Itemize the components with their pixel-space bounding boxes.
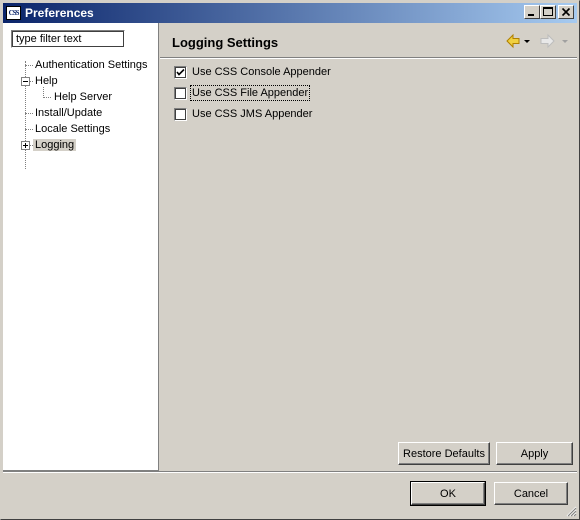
jms-appender-label: Use CSS JMS Appender <box>192 108 313 120</box>
checkmark-icon <box>176 68 185 76</box>
sidebar-item-logging[interactable]: Logging <box>33 138 77 153</box>
console-appender-label: Use CSS Console Appender <box>192 66 331 78</box>
tree-line <box>25 113 33 114</box>
sidebar-item-label: Authentication Settings <box>35 59 148 71</box>
back-button[interactable] <box>504 31 530 53</box>
cancel-button[interactable]: Cancel <box>494 482 568 505</box>
forward-button[interactable] <box>538 31 568 53</box>
preferences-window: CSS Preferences type filter text Authent… <box>0 0 580 520</box>
restore-defaults-button[interactable]: Restore Defaults <box>398 442 490 465</box>
sidebar-item-label: Locale Settings <box>35 123 111 135</box>
footer-separator <box>3 471 577 473</box>
collapse-icon[interactable] <box>21 77 30 86</box>
maximize-icon <box>543 7 553 16</box>
tree-line <box>25 129 33 130</box>
expand-icon[interactable] <box>21 141 30 150</box>
sidebar-item-label: Help <box>35 75 58 87</box>
ok-button[interactable]: OK <box>410 481 486 506</box>
preference-tree-pane: Authentication Settings Help Help Server… <box>3 23 159 471</box>
jms-appender-checkbox[interactable] <box>174 108 187 121</box>
console-appender-checkbox[interactable] <box>174 66 187 79</box>
app-icon: CSS <box>6 6 21 20</box>
back-arrow-icon <box>506 33 530 49</box>
sidebar-item-label: Help Server <box>54 91 113 103</box>
sidebar-item-help-server[interactable]: Help Server <box>52 90 114 105</box>
sidebar-item-label: Logging <box>33 139 77 151</box>
forward-arrow-icon <box>540 33 568 49</box>
settings-page: Logging Settings Use CSS Console Appende… <box>160 23 577 471</box>
page-title: Logging Settings <box>172 35 279 50</box>
filter-input[interactable] <box>11 30 125 48</box>
window-title: Preferences <box>25 6 94 20</box>
minimize-button[interactable] <box>524 5 540 19</box>
dialog-body: Authentication Settings Help Help Server… <box>3 23 577 471</box>
maximize-button[interactable] <box>540 5 556 19</box>
title-separator <box>160 57 577 59</box>
title-bar[interactable]: CSS Preferences <box>3 3 577 23</box>
sidebar-item-label: Install/Update <box>35 107 103 119</box>
apply-button[interactable]: Apply <box>496 442 573 465</box>
file-appender-checkbox[interactable] <box>174 87 187 100</box>
close-icon <box>561 7 571 17</box>
sidebar-item-authentication-settings[interactable]: Authentication Settings <box>33 58 150 73</box>
tree-line <box>43 97 51 98</box>
close-button[interactable] <box>558 5 574 19</box>
sidebar-item-install-update[interactable]: Install/Update <box>33 106 104 121</box>
sidebar-item-help[interactable]: Help <box>33 74 60 89</box>
file-appender-label: Use CSS File Appender <box>189 85 311 101</box>
resize-grip-icon[interactable] <box>566 506 577 517</box>
sidebar-item-locale-settings[interactable]: Locale Settings <box>33 122 112 137</box>
tree-line <box>25 65 33 66</box>
minimize-icon <box>528 14 534 16</box>
